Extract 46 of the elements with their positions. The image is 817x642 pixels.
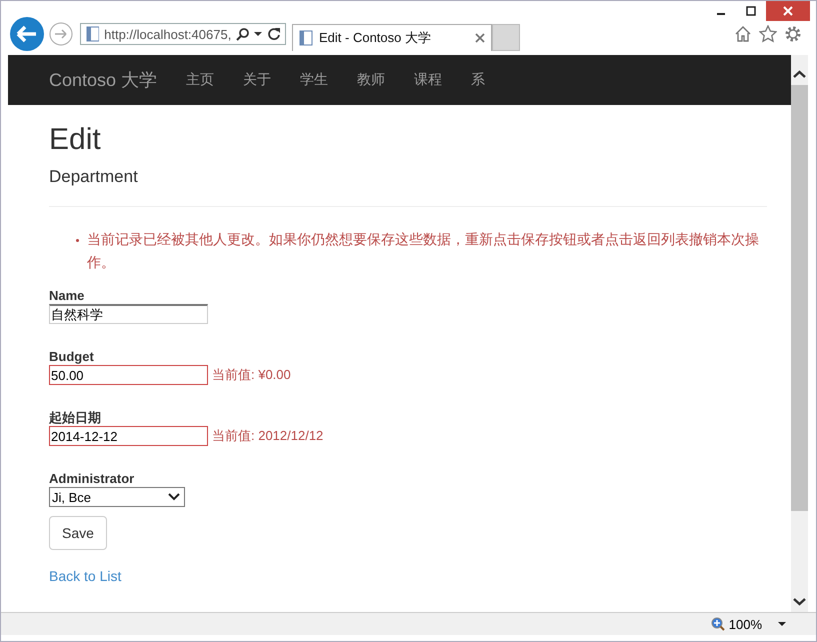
- bullet-icon: [76, 239, 79, 242]
- address-text: http://localhost:40675,: [104, 26, 232, 42]
- page-icon: [299, 30, 313, 46]
- validation-message: 当前值: ¥0.00: [212, 366, 291, 384]
- dropdown-icon[interactable]: [254, 31, 262, 37]
- zoom-icon[interactable]: [710, 617, 725, 631]
- star-icon[interactable]: [759, 25, 777, 43]
- select-field[interactable]: Ji, Bce: [49, 487, 185, 507]
- brand-link[interactable]: Contoso 大学: [49, 68, 158, 92]
- back-button[interactable]: [9, 16, 45, 52]
- input-field[interactable]: 2014-12-12: [49, 426, 208, 446]
- maximize-icon: [746, 6, 756, 16]
- dropdown-icon[interactable]: [778, 621, 786, 627]
- nav-link[interactable]: 系: [471, 71, 486, 89]
- settings-icon[interactable]: [784, 25, 802, 43]
- input-field[interactable]: 50.00: [49, 365, 208, 385]
- close-icon: [783, 6, 793, 16]
- nav-link[interactable]: 教师: [357, 71, 386, 89]
- field-label: Budget: [49, 349, 95, 365]
- nav-link[interactable]: 关于: [243, 71, 272, 89]
- address-bar[interactable]: http://localhost:40675,: [80, 23, 286, 45]
- page-icon: [86, 26, 100, 42]
- input-field[interactable]: 自然科学: [49, 304, 208, 324]
- validation-message: 当前值: 2012/12/12: [212, 427, 324, 445]
- close-tab-icon[interactable]: [475, 33, 485, 43]
- close-button[interactable]: [766, 1, 810, 21]
- nav-link[interactable]: 主页: [186, 71, 214, 89]
- refresh-icon[interactable]: [266, 27, 280, 41]
- search-icon[interactable]: [236, 27, 250, 41]
- save-button[interactable]: Save: [49, 516, 107, 550]
- nav-link[interactable]: 学生: [300, 71, 328, 89]
- zoom-level[interactable]: 100%: [728, 616, 762, 632]
- field-label: Name: [49, 288, 86, 304]
- field-label: 起始日期: [49, 410, 102, 426]
- chevron-icon: [168, 493, 180, 501]
- field-label: Administrator: [49, 471, 136, 487]
- scrollbar[interactable]: [791, 55, 808, 612]
- browser-tab[interactable]: Edit - Contoso 大学: [292, 24, 492, 51]
- scroll-thumb[interactable]: [791, 85, 808, 511]
- back-link[interactable]: Back to List: [49, 568, 122, 584]
- page-subtitle: Department: [49, 167, 138, 187]
- page-title: Edit: [49, 123, 101, 157]
- minimize-icon: [717, 13, 725, 15]
- nav-link[interactable]: 课程: [414, 71, 442, 89]
- error-message: 当前记录已经被其他人更改。如果你仍然想要保存这些数据，重新点击保存按钮或者点击返回列表撤销本次操作。: [87, 230, 760, 272]
- home-icon[interactable]: [734, 25, 752, 43]
